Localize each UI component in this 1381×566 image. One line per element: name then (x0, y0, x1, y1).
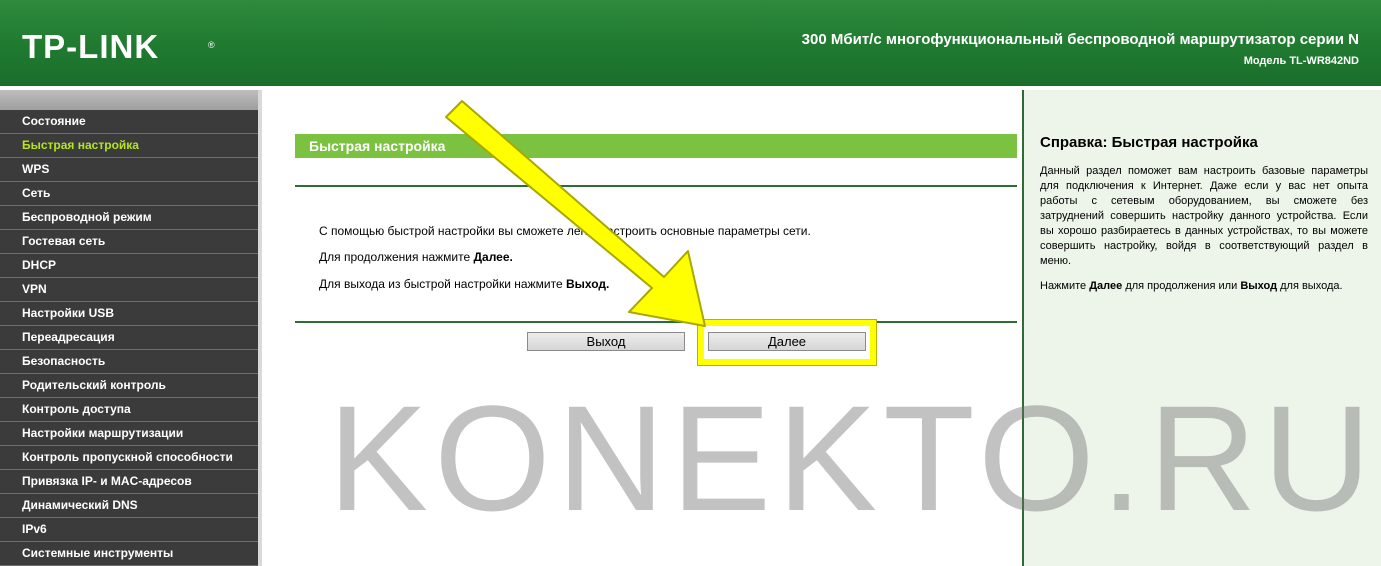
page-header: TP-LINK ® 300 Мбит/с многофункциональный… (0, 0, 1381, 86)
product-title: 300 Мбит/с многофункциональный беспровод… (801, 31, 1359, 48)
continue-instruction: Для продолжения нажмите Далее. (319, 250, 513, 264)
help-instructions: Нажмите Далее для продолжения или Выход … (1040, 279, 1368, 294)
exit-instruction: Для выхода из быстрой настройки нажмите … (319, 277, 609, 291)
sidebar-item-dhcp[interactable]: DHCP (0, 254, 258, 278)
sidebar-item-ipv6[interactable]: IPv6 (0, 518, 258, 542)
sidebar-item-dynamic-dns[interactable]: Динамический DNS (0, 494, 258, 518)
sidebar-item-access-control[interactable]: Контроль доступа (0, 398, 258, 422)
help-bold-next: Далее (1089, 280, 1123, 292)
exit-text: Для выхода из быстрой настройки нажмите (319, 277, 566, 291)
sidebar-item-guest-network[interactable]: Гостевая сеть (0, 230, 258, 254)
help-text-part: для выхода. (1277, 280, 1343, 292)
sidebar-menu: Состояние Быстрая настройка WPS Сеть Бес… (0, 110, 258, 566)
divider-bottom (295, 321, 1017, 323)
help-bold-exit: Выход (1240, 280, 1278, 292)
sidebar-item-system-tools[interactable]: Системные инструменты (0, 542, 258, 566)
watermark: KONEKTO.RU (328, 374, 1378, 542)
next-button-highlight (698, 320, 876, 365)
sidebar-item-wps[interactable]: WPS (0, 158, 258, 182)
sidebar-item-security[interactable]: Безопасность (0, 350, 258, 374)
sidebar-item-parental-control[interactable]: Родительский контроль (0, 374, 258, 398)
section-title: Быстрая настройка (309, 138, 446, 154)
help-title: Справка: Быстрая настройка (1040, 134, 1258, 151)
registered-mark: ® (208, 40, 215, 50)
help-text-part: для продолжения или (1122, 280, 1241, 292)
sidebar-item-forwarding[interactable]: Переадресация (0, 326, 258, 350)
sidebar: Состояние Быстрая настройка WPS Сеть Бес… (0, 86, 262, 566)
sidebar-item-routing[interactable]: Настройки маршрутизации (0, 422, 258, 446)
sidebar-item-network[interactable]: Сеть (0, 182, 258, 206)
sidebar-item-bandwidth-control[interactable]: Контроль пропускной способности (0, 446, 258, 470)
sidebar-top-bar (0, 90, 258, 110)
exit-bold: Выход. (565, 277, 610, 291)
exit-button[interactable]: Выход (527, 332, 685, 351)
sidebar-item-ip-mac-binding[interactable]: Привязка IP- и MAC-адресов (0, 470, 258, 494)
sidebar-item-quick-setup[interactable]: Быстрая настройка (0, 134, 258, 158)
intro-text: С помощью быстрой настройки вы сможете л… (319, 224, 811, 238)
sidebar-item-vpn[interactable]: VPN (0, 278, 258, 302)
product-model: Модель TL-WR842ND (1243, 55, 1359, 67)
sidebar-item-wireless[interactable]: Беспроводной режим (0, 206, 258, 230)
tp-link-logo: TP-LINK (22, 28, 160, 65)
section-header: Быстрая настройка (295, 134, 1017, 158)
help-text-part: Нажмите (1040, 280, 1090, 292)
continue-bold: Далее. (473, 250, 513, 264)
continue-text: Для продолжения нажмите (319, 250, 474, 264)
sidebar-item-usb-settings[interactable]: Настройки USB (0, 302, 258, 326)
divider-top (295, 185, 1017, 187)
sidebar-item-status[interactable]: Состояние (0, 110, 258, 134)
help-description: Данный раздел поможет вам настроить базо… (1040, 165, 1368, 267)
